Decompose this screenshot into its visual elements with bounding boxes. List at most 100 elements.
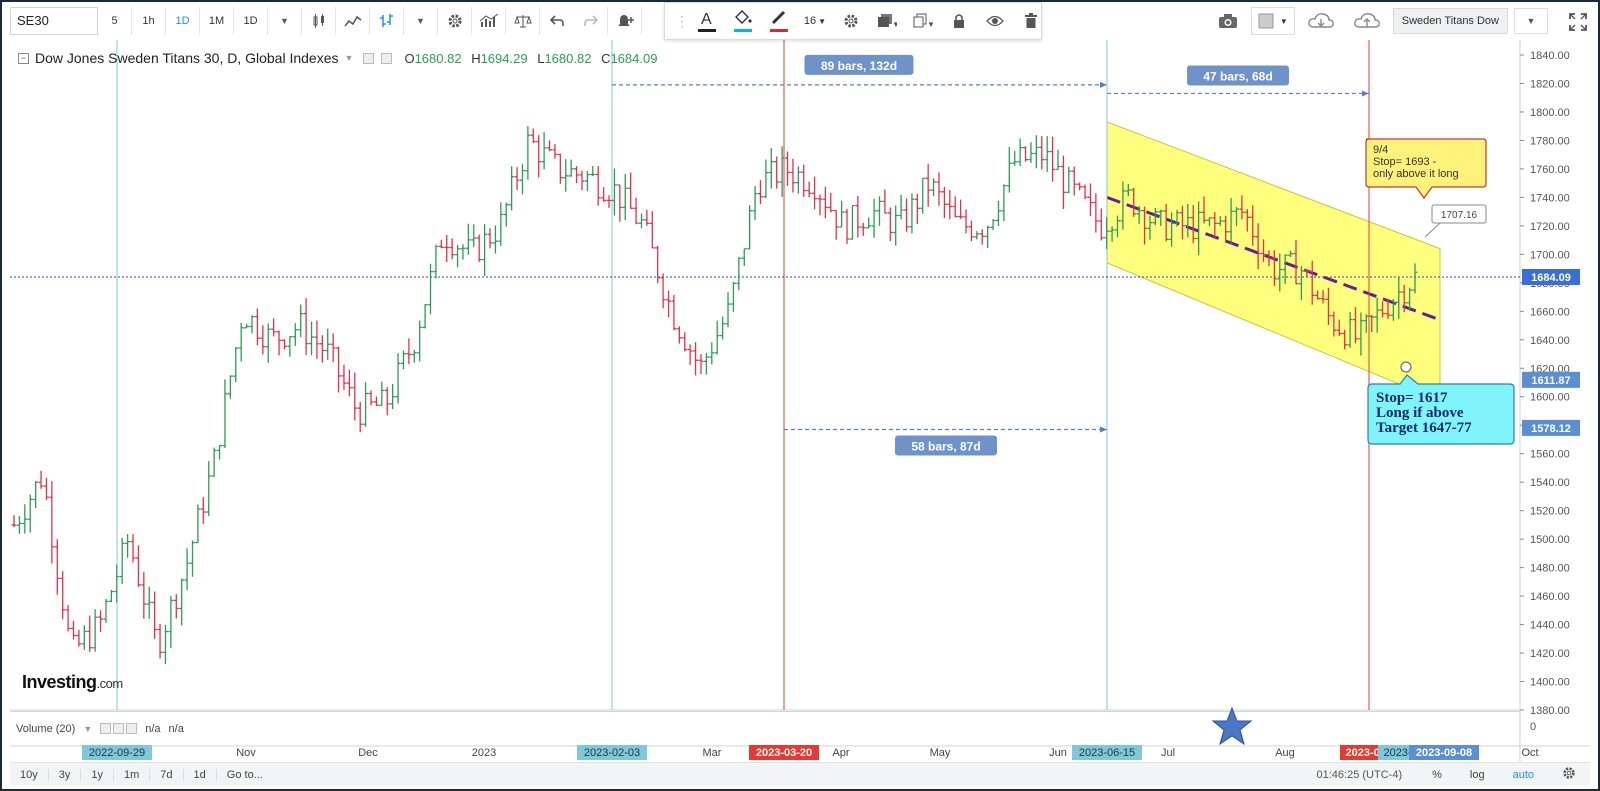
text-color-icon[interactable]: A: [689, 7, 725, 35]
range-1m[interactable]: 1m: [114, 768, 151, 781]
range-arrow-3-head: [1100, 426, 1107, 433]
fill-color-icon[interactable]: [725, 7, 761, 35]
legend-settings-icon[interactable]: [363, 52, 375, 64]
cloud-download-icon[interactable]: [1301, 7, 1341, 35]
volume-pane: Volume (20) ▼ n/a n/a: [10, 711, 1520, 745]
volume-settings-icon[interactable]: [113, 723, 125, 734]
time-highlight: 2023-02-03: [577, 745, 647, 760]
price-tick-label: 1460.00: [1530, 591, 1570, 603]
price-tick-label: 1480.00: [1530, 563, 1570, 575]
time-highlight-text: 2023-02-03: [584, 747, 640, 759]
fullscreen-icon[interactable]: [1564, 8, 1592, 36]
ohlc-values: O1680.82 H1694.29 L1680.82 C1684.09: [398, 51, 657, 66]
close-value: 1684.09: [610, 50, 658, 66]
saved-layout-name[interactable]: Sweden Titans Dow: [1392, 8, 1508, 34]
font-size-select[interactable]: 16 ▼: [797, 7, 833, 35]
symbol-search-input[interactable]: SE30: [10, 7, 98, 35]
time-axis-label: Jun: [1049, 747, 1067, 759]
interval-5[interactable]: 5: [98, 7, 132, 35]
range-10y[interactable]: 10y: [10, 768, 49, 781]
range-7d[interactable]: 7d: [150, 768, 184, 781]
time-highlight-text: 2023-09-08: [1416, 747, 1472, 759]
star-icon[interactable]: [1210, 706, 1254, 746]
camera-icon[interactable]: [1211, 7, 1245, 35]
eye-icon[interactable]: [977, 7, 1013, 35]
low-value: 1680.82: [544, 50, 592, 66]
alert-icon[interactable]: [608, 7, 642, 35]
price-tick-label: 1380.00: [1530, 705, 1570, 717]
volume-visibility-icon[interactable]: [100, 723, 112, 734]
logo-name: Investing: [22, 672, 97, 692]
svg-text:▼: ▼: [927, 20, 933, 29]
cloud-upload-icon[interactable]: [1347, 7, 1387, 35]
trash-icon[interactable]: [1013, 7, 1049, 35]
range-1y[interactable]: 1y: [81, 768, 114, 781]
range-label-3: 58 bars, 87d: [895, 435, 997, 456]
price-tick-label: 1520.00: [1530, 506, 1570, 518]
indicators-icon[interactable]: [472, 7, 506, 35]
legend-close-icon[interactable]: [381, 52, 393, 64]
time-highlight: 2022-09-29: [82, 745, 152, 760]
clock: 01:46:25 (UTC-4): [1316, 768, 1403, 781]
auto-toggle[interactable]: auto: [1499, 769, 1548, 781]
bars-icon[interactable]: [370, 7, 404, 35]
price-tick-label: 1540.00: [1530, 477, 1570, 489]
callout-price: 1707.16: [1424, 204, 1487, 238]
main-toolbar: SE30 5 1h 1D 1M 1D ▼ ▼: [10, 4, 642, 38]
chevron-down-icon[interactable]: ▼: [83, 724, 92, 734]
time-highlight: 2023-06-15: [1072, 745, 1142, 760]
chevron-down-icon[interactable]: ▼: [345, 53, 354, 63]
range-label-1-text: 89 bars, 132d: [821, 59, 897, 73]
candles-icon[interactable]: [302, 7, 336, 35]
line-color-icon[interactable]: [761, 7, 797, 35]
price-tick-label: 1740.00: [1530, 192, 1570, 204]
interval-1d[interactable]: 1D: [234, 7, 268, 35]
chart-layout-select[interactable]: ▼: [1250, 7, 1295, 35]
price-tick-label: 1840.00: [1530, 50, 1570, 62]
svg-text:A: A: [701, 11, 712, 28]
symbol-legend: − Dow Jones Sweden Titans 30, D, Global …: [18, 50, 657, 66]
go-to-date[interactable]: Go to...: [217, 769, 273, 781]
volume-close-icon[interactable]: [126, 723, 138, 734]
drag-handle-icon[interactable]: ⋮: [675, 7, 689, 35]
undo-icon[interactable]: [540, 7, 574, 35]
percent-toggle[interactable]: %: [1418, 769, 1456, 781]
line-chart-icon[interactable]: [336, 7, 370, 35]
time-axis-label: Mar: [703, 747, 722, 759]
interval-dropdown-icon[interactable]: ▼: [268, 7, 302, 35]
axis-settings-icon[interactable]: [1548, 766, 1590, 783]
last-price-marker: 1684.09: [1531, 272, 1571, 284]
price-chart[interactable]: 1840.00 1820.00 1800.00 1780.00 1760.00 1740.…: [0, 40, 1600, 762]
time-axis-label: Nov: [236, 747, 256, 759]
price-tick-label: 1560.00: [1530, 449, 1570, 461]
volume-axis-label: 0: [1530, 721, 1536, 733]
time-axis-label: Oct: [1521, 747, 1538, 759]
callout-anchor-point: [1400, 361, 1412, 373]
right-toolbar: ▼ Sweden Titans Dow ▼: [1211, 6, 1548, 36]
redo-icon[interactable]: [574, 7, 608, 35]
gear-icon[interactable]: [833, 7, 869, 35]
range-label-2: 47 bars, 68d: [1187, 65, 1289, 86]
log-toggle[interactable]: log: [1456, 769, 1499, 781]
bottom-toolbar: 10y 3y 1y 1m 7d 1d Go to... 01:46:25 (UT…: [10, 762, 1590, 786]
range-3y[interactable]: 3y: [49, 768, 82, 781]
clone-icon[interactable]: ▼: [905, 7, 941, 35]
callout-stop-1693: 9/4Stop= 1693 -only above it long: [1365, 138, 1487, 200]
settings-icon[interactable]: [438, 7, 472, 35]
range-arrow-1-head: [1100, 81, 1107, 88]
range-1d[interactable]: 1d: [184, 768, 217, 781]
collapse-legend-icon[interactable]: −: [18, 52, 29, 64]
investing-logo: Investing.com: [22, 672, 123, 693]
chart-type-dropdown-icon[interactable]: ▼: [404, 7, 438, 35]
compare-icon[interactable]: [506, 7, 540, 35]
logo-suffix: .com: [96, 676, 124, 691]
interval-1d-active[interactable]: 1D: [166, 7, 200, 35]
layers-icon[interactable]: ▼: [869, 7, 905, 35]
interval-1m[interactable]: 1M: [200, 7, 234, 35]
time-highlight: 2023-03-20: [749, 745, 819, 760]
time-highlight: 2023-09-08: [1409, 745, 1479, 760]
lock-icon[interactable]: [941, 7, 977, 35]
time-highlight-text: 2023-06-15: [1079, 747, 1135, 759]
layout-dropdown-icon[interactable]: ▼: [1514, 8, 1548, 34]
interval-1h[interactable]: 1h: [132, 7, 166, 35]
